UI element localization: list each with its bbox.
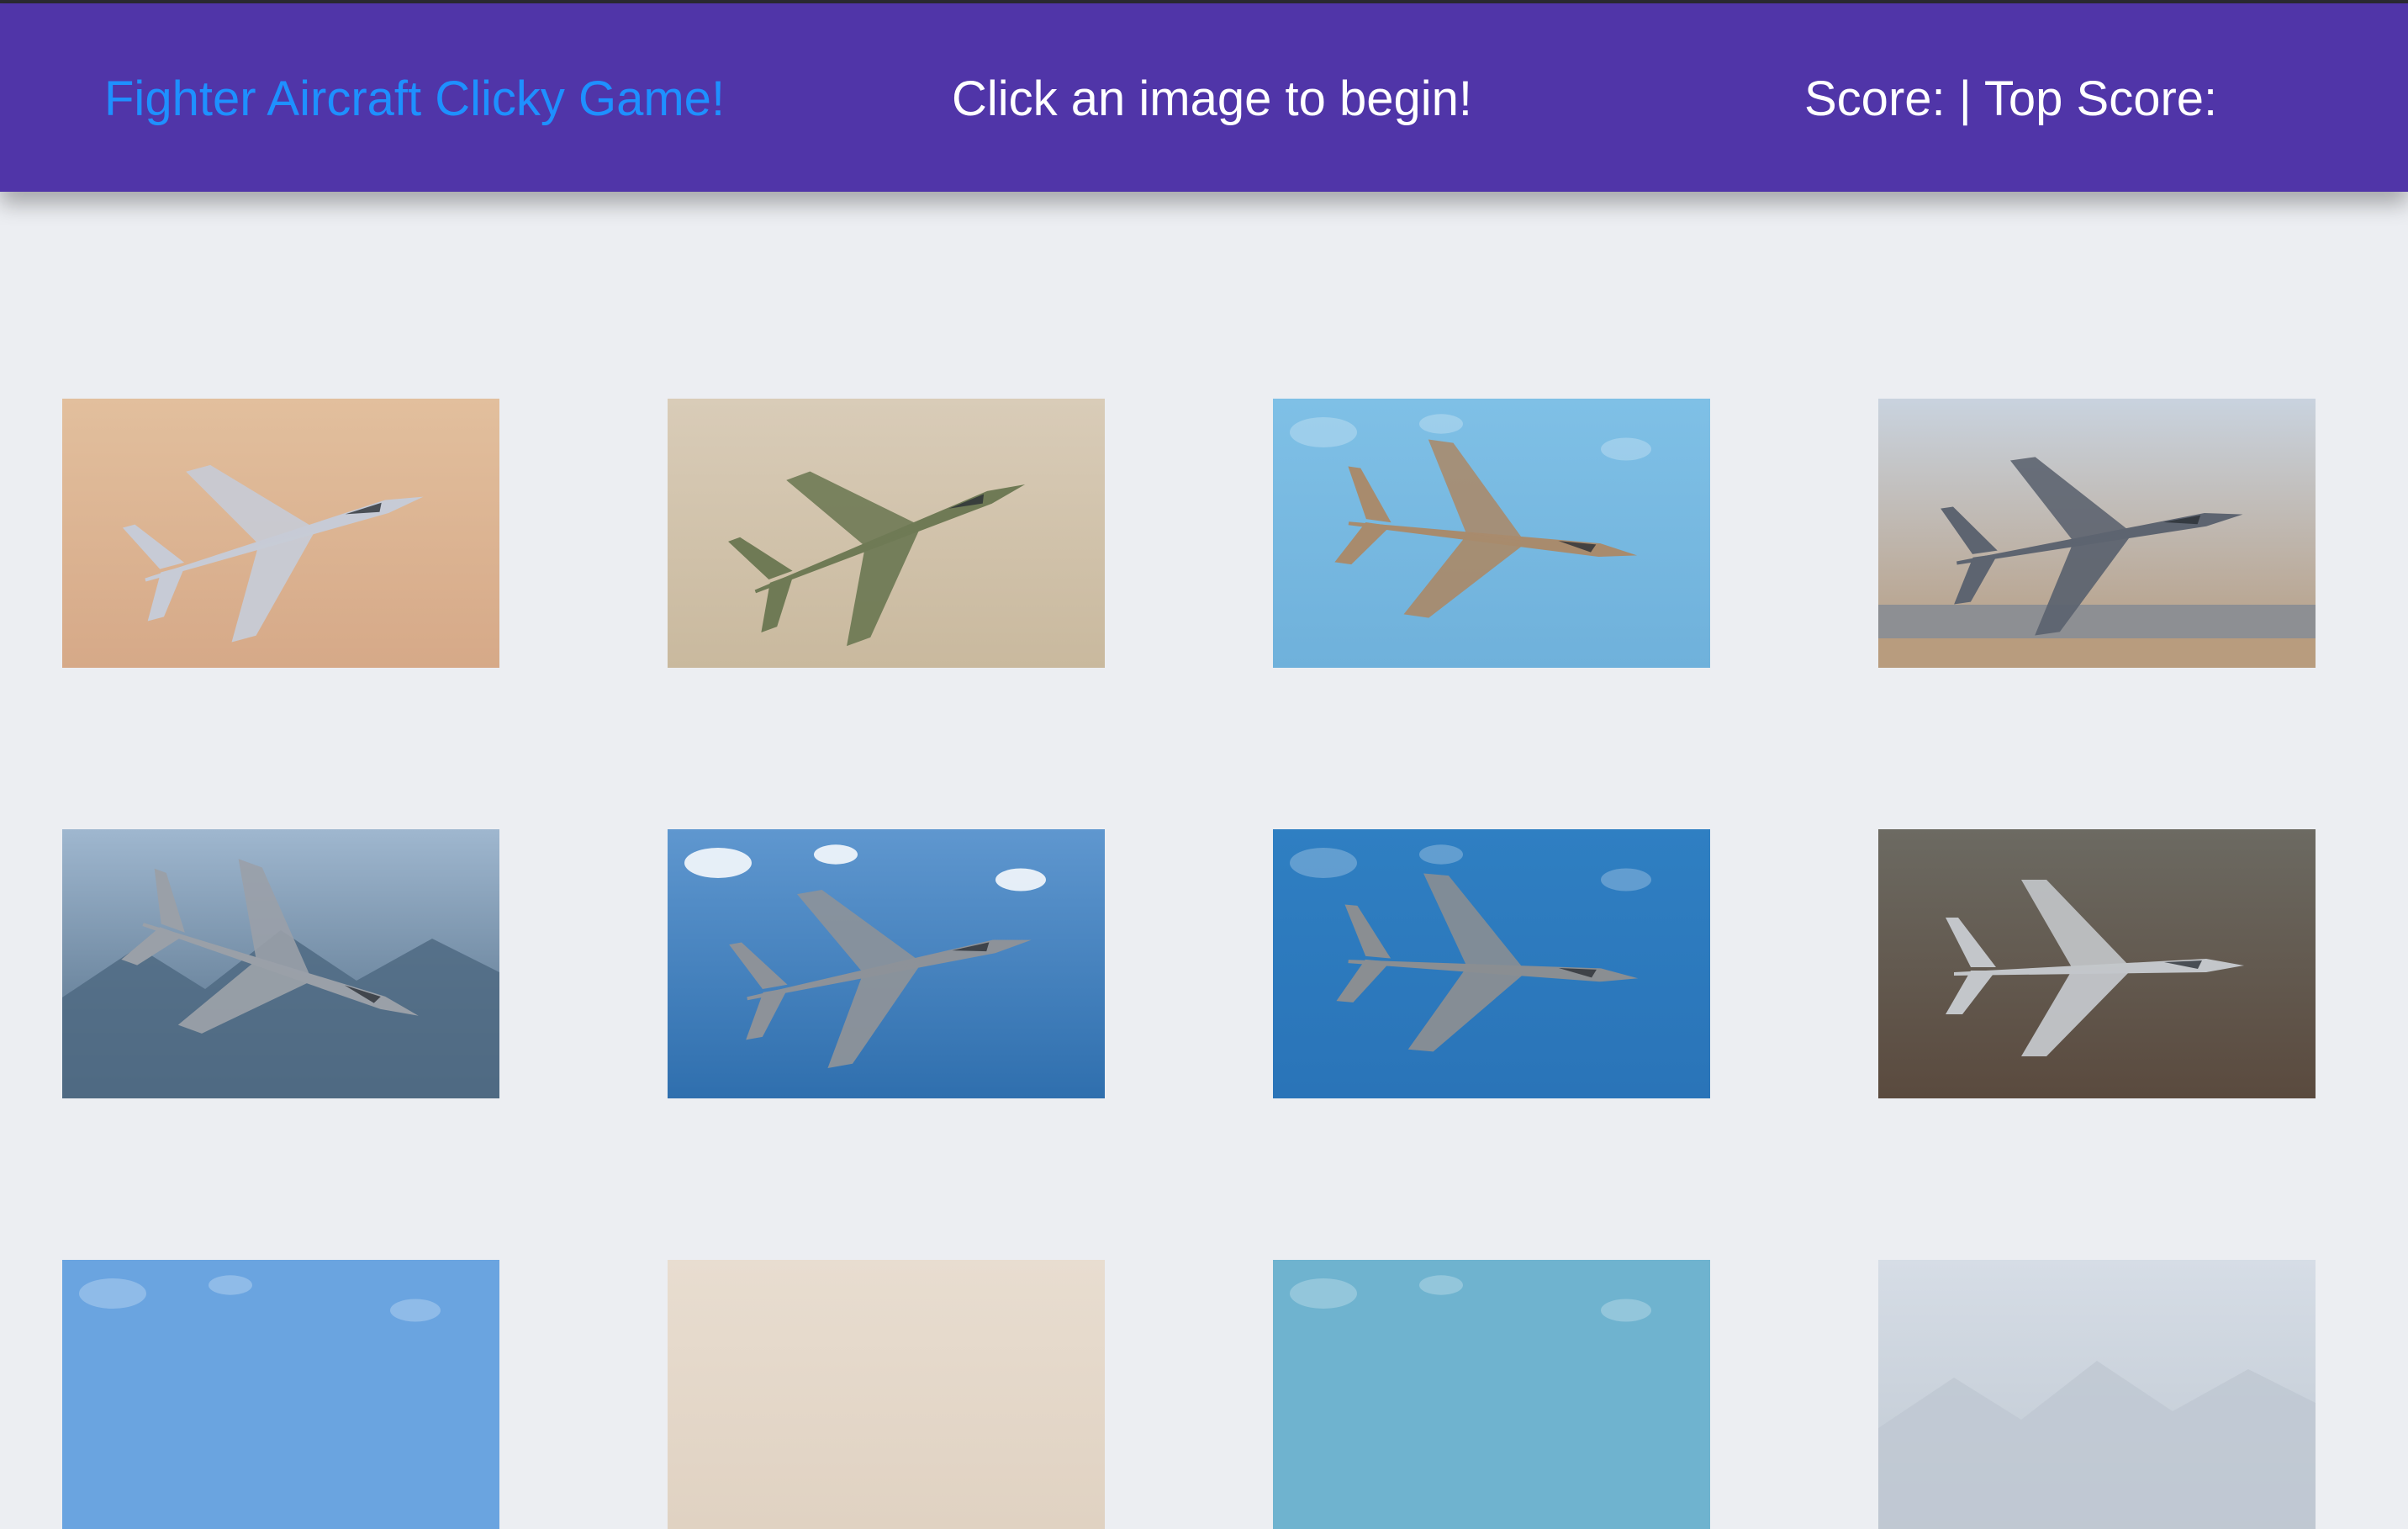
aircraft-photo xyxy=(1878,829,2316,1098)
game-status-message: Click an image to begin! xyxy=(952,71,1472,126)
aircraft-image-f104[interactable] xyxy=(62,399,499,668)
aircraft-image-f16[interactable] xyxy=(1878,399,2316,668)
aircraft-photo xyxy=(1273,1260,1710,1529)
game-title-link[interactable]: Fighter Aircraft Clicky Game! xyxy=(104,71,725,127)
aircraft-photo xyxy=(668,829,1105,1098)
aircraft-image-12[interactable] xyxy=(1878,1260,2316,1529)
aircraft-image-f15[interactable] xyxy=(62,829,499,1098)
score-display: Score: | Top Score: xyxy=(1804,71,2218,126)
aircraft-image-9[interactable] xyxy=(62,1260,499,1529)
aircraft-photo xyxy=(668,1260,1105,1529)
aircraft-image-f4[interactable] xyxy=(668,399,1105,668)
aircraft-photo xyxy=(62,1260,499,1529)
aircraft-photo xyxy=(1878,399,2316,668)
aircraft-image-10[interactable] xyxy=(668,1260,1105,1529)
aircraft-image-11[interactable] xyxy=(1273,1260,1710,1529)
navbar: Fighter Aircraft Clicky Game! Click an i… xyxy=(0,3,2408,192)
aircraft-photo xyxy=(1273,399,1710,668)
aircraft-photo xyxy=(62,829,499,1098)
aircraft-image-f111[interactable] xyxy=(1273,399,1710,668)
aircraft-photo xyxy=(1273,829,1710,1098)
aircraft-photo xyxy=(668,399,1105,668)
aircraft-image-f22[interactable] xyxy=(668,829,1105,1098)
aircraft-image-f35[interactable] xyxy=(1273,829,1710,1098)
image-grid xyxy=(0,0,2408,1529)
aircraft-photo xyxy=(1878,1260,2316,1529)
aircraft-photo xyxy=(62,399,499,668)
aircraft-image-a10[interactable] xyxy=(1878,829,2316,1098)
